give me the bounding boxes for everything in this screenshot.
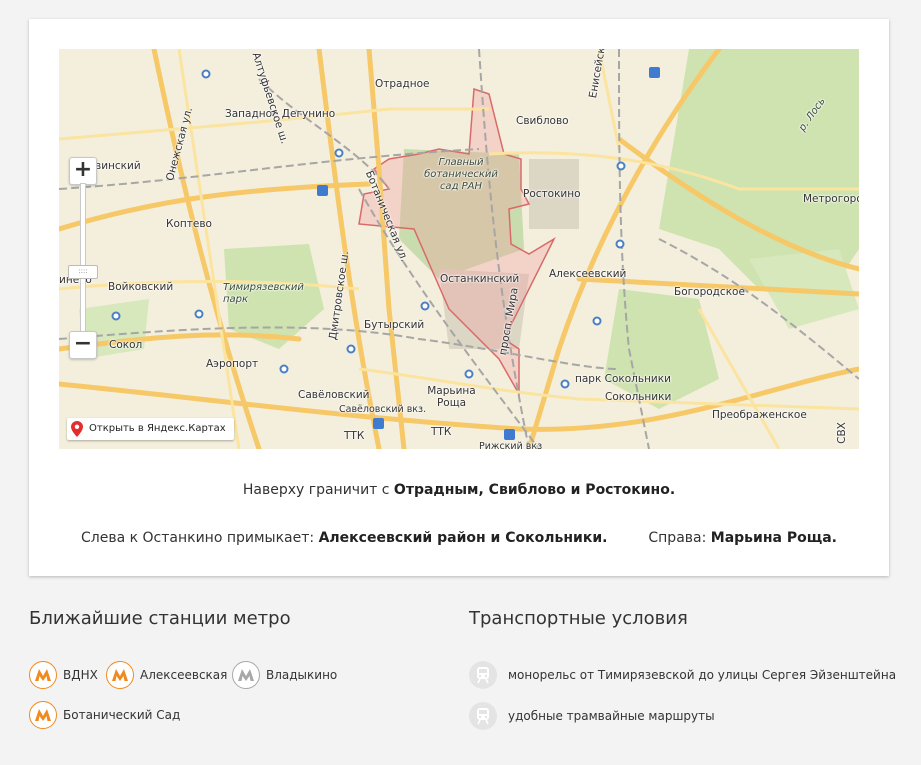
map-label-sokolniki: Сокольники [605, 391, 672, 403]
map-label-ttk-1: ТТК [344, 430, 365, 442]
description-top: Наверху граничит с Отрадным, Свиблово и … [29, 482, 889, 498]
transport-item-text: монорельс от Тимирязевской до улицы Серг… [508, 668, 897, 682]
description-left-prefix: Слева к Останкино примыкает: [81, 530, 319, 546]
transport-section-title: Транспортные условия [469, 608, 688, 629]
map-label-svh: СВХ [835, 422, 848, 444]
map-label-timiryazevskij: Тимирязевский парк [223, 282, 304, 305]
map-label-botanical-garden: Главный ботанический сад РАН [424, 157, 498, 192]
description-top-prefix: Наверху граничит с [242, 482, 394, 498]
monorail-icon [469, 661, 497, 689]
metro-station-name: Ботанический Сад [63, 708, 181, 722]
map-label-rostokino: Ростокино [523, 188, 581, 200]
map-label-butyrskij: Бутырский [364, 319, 425, 331]
metro-station-name: Владыкино [266, 668, 338, 682]
map-label-metrogorodok: Метрогородок [803, 193, 859, 205]
metro-station[interactable]: Ботанический Сад [29, 701, 180, 729]
zoom-in-button[interactable]: + [69, 157, 97, 185]
map-label-otradnoe: Отрадное [375, 78, 430, 90]
metro-station-name: ВДНХ [63, 668, 98, 682]
transport-item-text: удобные трамвайные маршруты [508, 709, 715, 723]
map-label-rizhskij-vkz: Рижский вкз [479, 441, 543, 449]
metro-icon [29, 661, 57, 689]
map-label-savelovskij: Савёловский [298, 389, 370, 401]
metro-station[interactable]: ВДНХ [29, 661, 98, 689]
map-label-marina-roshcha: Марьина Роща [427, 385, 476, 409]
metro-station-name: Алексеевская [140, 668, 228, 682]
metro-station[interactable]: Алексеевская [106, 661, 227, 689]
description-top-neighbors: Отрадным, Свиблово и Ростокино. [393, 482, 676, 498]
metro-icon [106, 661, 134, 689]
metro-icon [29, 701, 57, 729]
description-right-neighbors: Марьина Роща. [710, 530, 837, 546]
description-left-neighbors: Алексеевский район и Сокольники. [318, 530, 608, 546]
map-label-park-sokolniki: парк Сокольники [575, 373, 671, 385]
map-label-vojkovskij: Войковский [108, 281, 174, 293]
map-label-ttk-2: ТТК [431, 426, 452, 438]
zoom-slider-handle[interactable]: :::: [68, 265, 98, 279]
metro-section-title: Ближайшие станции метро [29, 608, 291, 629]
metro-icon [232, 661, 260, 689]
map-label-vinskij: винский [95, 160, 141, 172]
transport-item: удобные трамвайные маршруты [469, 702, 715, 730]
metro-station[interactable]: Владыкино [232, 661, 337, 689]
description-right-prefix: Справа: [648, 530, 711, 546]
map-label-sokol: Сокол [109, 339, 143, 351]
map-pin-icon [71, 421, 83, 437]
map-label-alekseevskij: Алексеевский [549, 268, 627, 280]
tram-icon [469, 702, 497, 730]
open-link-label: Открыть в Яндекс.Картах [89, 423, 226, 434]
district-map[interactable]: Отрадное Западное Дегунино Свиблово Глав… [59, 49, 859, 449]
transport-item: монорельс от Тимирязевской до улицы Серг… [469, 661, 896, 689]
map-label-preobrazhenskoe: Преображенское [712, 409, 807, 421]
zoom-slider[interactable]: :::: [68, 183, 98, 333]
map-label-ostankinskij: Останкинский [440, 273, 520, 285]
description-sides: Слева к Останкино примыкает: Алексеевски… [81, 530, 837, 546]
zoom-out-button[interactable]: − [69, 331, 97, 359]
map-label-bogorodskoe: Богородское [674, 286, 745, 298]
map-label-sviblovo: Свиблово [516, 115, 569, 127]
map-label-aeroport: Аэропорт [206, 358, 259, 370]
open-in-yandex-maps-link[interactable]: Открыть в Яндекс.Картах [67, 418, 234, 440]
district-card: Отрадное Западное Дегунино Свиблово Глав… [29, 19, 889, 576]
map-label-savelovskij-vkz: Савёловский вкз. [339, 404, 427, 415]
map-label-koptevo: Коптево [166, 218, 212, 230]
